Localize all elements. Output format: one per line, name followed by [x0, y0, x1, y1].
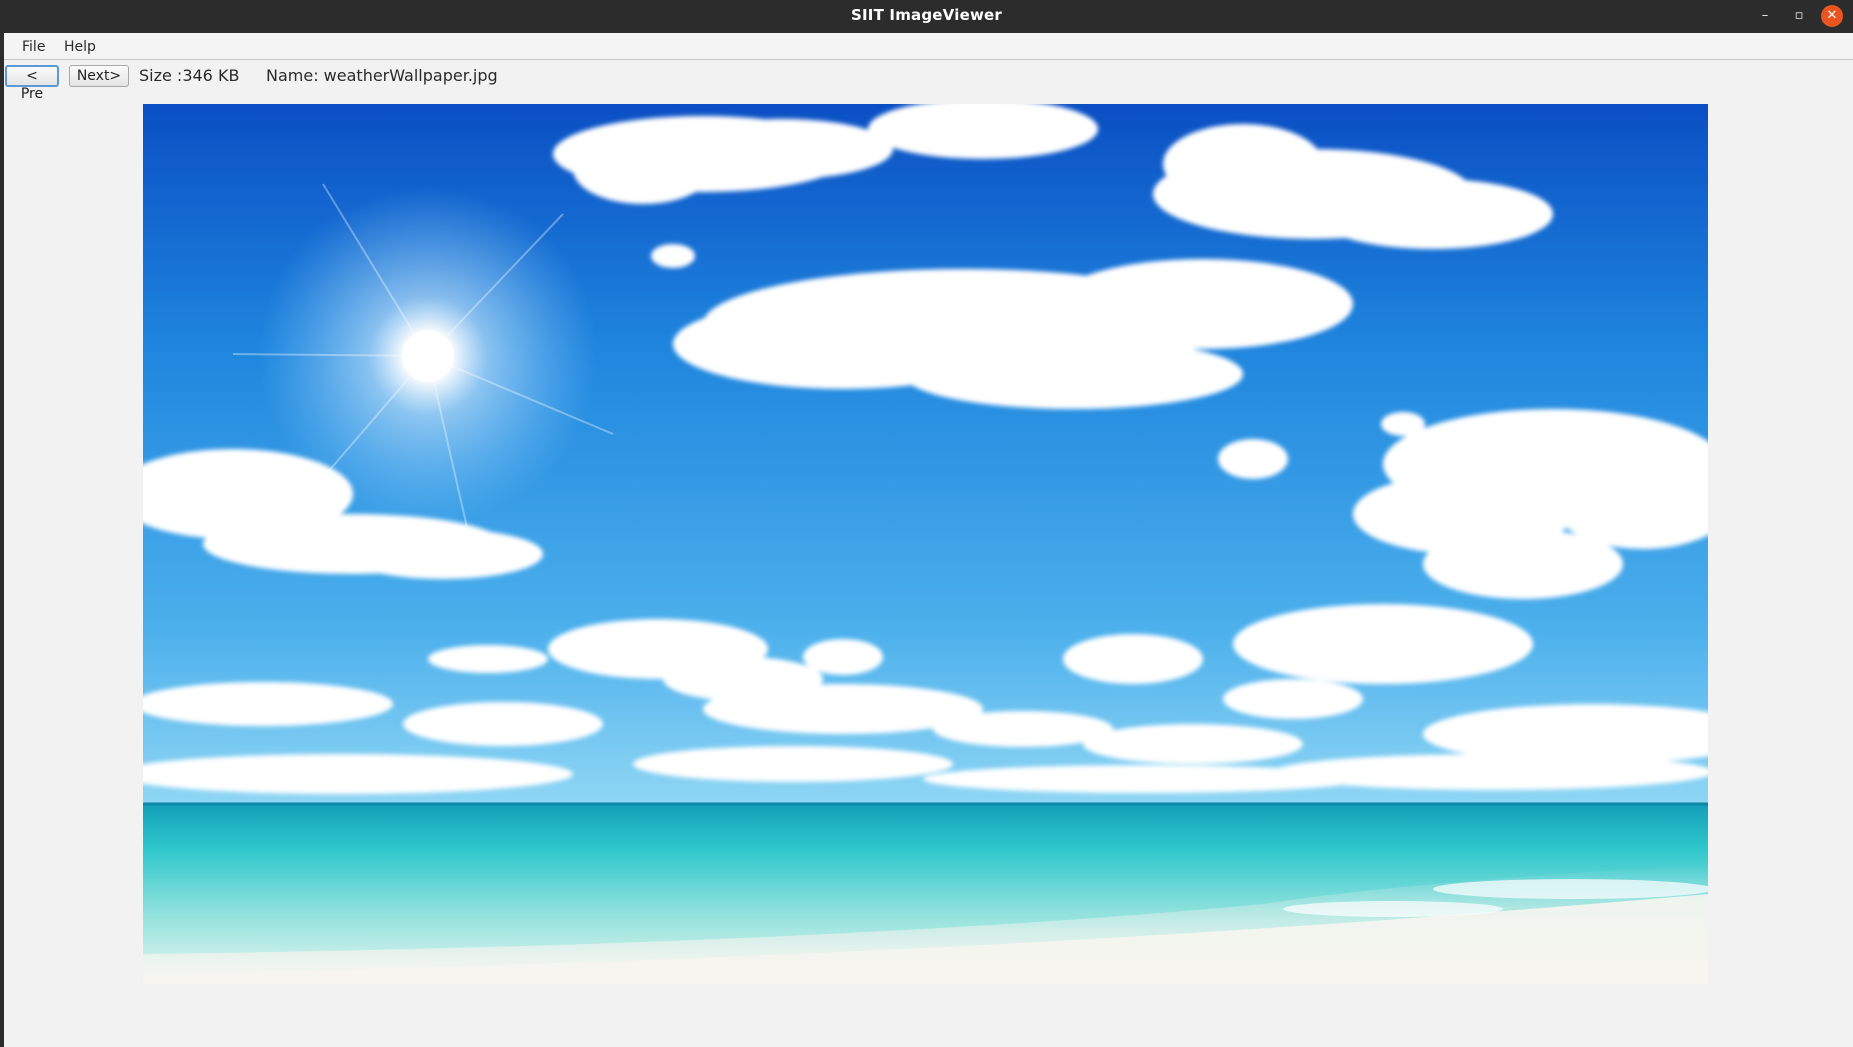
file-name-label: Name: weatherWallpaper.jpg	[266, 66, 498, 85]
title-bar[interactable]: SIIT ImageViewer – ▫ ✕	[0, 0, 1853, 33]
minimize-icon[interactable]: –	[1754, 5, 1776, 27]
maximize-icon[interactable]: ▫	[1788, 5, 1810, 27]
menu-bar: File Help	[0, 33, 1853, 60]
window-title: SIIT ImageViewer	[851, 6, 1002, 24]
menu-help[interactable]: Help	[60, 33, 100, 59]
image-viewer-window: SIIT ImageViewer – ▫ ✕ File Help < Pre N…	[0, 0, 1853, 1047]
close-icon[interactable]: ✕	[1821, 5, 1843, 27]
file-size-label: Size :346 KB	[139, 66, 240, 85]
displayed-image	[143, 104, 1708, 984]
menu-file[interactable]: File	[18, 33, 49, 59]
wallpaper-svg	[143, 104, 1708, 984]
next-button[interactable]: Next>	[69, 65, 129, 87]
previous-button[interactable]: < Pre	[5, 65, 59, 102]
